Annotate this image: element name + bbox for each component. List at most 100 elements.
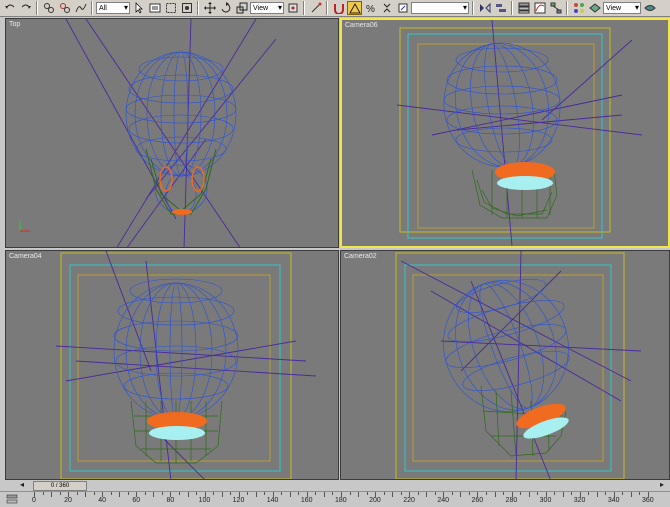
ruler-tick: [281, 492, 283, 495]
ruler-tick-label: 80: [166, 497, 175, 504]
viewport-camera02[interactable]: Camera02: [340, 250, 670, 480]
angle-snap-icon[interactable]: [347, 1, 362, 15]
ruler-tick-label: 340: [607, 497, 620, 504]
edit-named-selection-icon[interactable]: [395, 1, 410, 15]
ruler-tick-label: 40: [98, 497, 107, 504]
ruler-tick: [571, 492, 573, 495]
named-selection-sets-dropdown[interactable]: [411, 2, 469, 14]
track-bar-menu-icon[interactable]: [6, 494, 18, 505]
ruler-tick: [298, 492, 300, 495]
viewport-top[interactable]: Top: [5, 18, 339, 248]
ruler-tick: [630, 492, 632, 497]
ruler-tick: [51, 492, 53, 497]
material-editor-icon[interactable]: [571, 1, 586, 15]
camera02-scene: [395, 251, 642, 479]
ruler-tick: [400, 492, 402, 495]
select-manipulate-icon[interactable]: [308, 1, 323, 15]
ruler-tick: [85, 492, 87, 497]
ruler-tick: [366, 492, 368, 495]
quick-render-icon[interactable]: [642, 1, 657, 15]
time-slider-thumb[interactable]: 0 / 360: [33, 481, 87, 491]
viewport-label-top[interactable]: Top: [9, 21, 20, 28]
align-icon[interactable]: [493, 1, 508, 15]
camera04-scene: [55, 251, 317, 479]
ruler-tick: [520, 492, 522, 495]
unlink-selection-icon[interactable]: [57, 1, 72, 15]
ruler-tick: [434, 492, 436, 495]
previous-frame-icon[interactable]: ◂: [20, 480, 24, 489]
top-view-scene: [19, 19, 277, 247]
viewport-label-camera06[interactable]: Camera06: [345, 22, 378, 29]
ruler-tick: [468, 492, 470, 495]
ruler-tick: [417, 492, 419, 495]
viewport-camera06[interactable]: Camera06: [340, 18, 670, 248]
ruler-tick: [596, 492, 598, 497]
viewport-label-camera04[interactable]: Camera04: [9, 253, 42, 260]
window-crossing-icon[interactable]: [179, 1, 194, 15]
track-bar-ruler[interactable]: 0 20 40 60 80 100 120 140 160 180 200 220 240 260 280 3…: [0, 491, 670, 507]
rotate-icon[interactable]: [218, 1, 233, 15]
layer-manager-icon[interactable]: [516, 1, 531, 15]
toolbar-separator: [326, 1, 328, 15]
bind-space-warp-icon[interactable]: [73, 1, 88, 15]
ruler-tick: [289, 492, 291, 497]
toolbar-separator: [511, 1, 513, 15]
ruler-tick: [221, 492, 223, 497]
ruler-tick: [503, 492, 505, 495]
ruler-tick: [59, 492, 61, 495]
percent-snap-icon[interactable]: %: [363, 1, 378, 15]
ruler-tick: [264, 492, 266, 495]
rectangular-selection-icon[interactable]: [163, 1, 178, 15]
redo-icon[interactable]: [18, 1, 33, 15]
ruler-tick: [494, 492, 496, 497]
select-by-name-icon[interactable]: [147, 1, 162, 15]
ruler-tick: [144, 492, 146, 495]
ruler-tick: [485, 492, 487, 495]
viewport-camera04[interactable]: Camera04: [5, 250, 339, 480]
ruler-tick: [358, 492, 360, 497]
ruler-tick-label: 0: [32, 497, 36, 504]
ruler-tick-label: 120: [232, 497, 245, 504]
toolbar-separator: [197, 1, 199, 15]
render-scene-icon[interactable]: [587, 1, 602, 15]
ruler-tick: [196, 492, 198, 495]
ruler-tick: [332, 492, 334, 495]
ruler-tick-label: 320: [573, 497, 586, 504]
move-icon[interactable]: [202, 1, 217, 15]
ruler-tick: [315, 492, 317, 495]
ruler-tick: [255, 492, 257, 497]
toolbar-separator: [566, 1, 568, 15]
ruler-tick: [383, 492, 385, 495]
viewport-label-camera02[interactable]: Camera02: [344, 253, 377, 260]
ruler-tick: [528, 492, 530, 497]
scale-icon[interactable]: [234, 1, 249, 15]
undo-icon[interactable]: [2, 1, 17, 15]
main-toolbar: All View % View: [0, 0, 670, 17]
spinner-snap-icon[interactable]: [379, 1, 394, 15]
ruler-tick: [127, 492, 129, 495]
ruler-tick: [562, 492, 564, 497]
snap-toggle-icon[interactable]: [331, 1, 346, 15]
ruler-tick-label: 280: [505, 497, 518, 504]
curve-editor-icon[interactable]: [532, 1, 547, 15]
reference-coordinate-dropdown[interactable]: View: [250, 2, 284, 14]
mirror-icon[interactable]: [477, 1, 492, 15]
selection-filter-dropdown[interactable]: All: [96, 2, 130, 14]
ruler-tick-label: 360: [642, 497, 654, 504]
pivot-center-icon[interactable]: [285, 1, 300, 15]
render-type-dropdown[interactable]: View: [603, 2, 641, 14]
camera06-scene: [396, 20, 643, 246]
ruler-tick: [349, 492, 351, 495]
next-frame-icon[interactable]: ▸: [660, 480, 664, 489]
toolbar-separator: [36, 1, 38, 15]
ruler-tick: [247, 492, 249, 495]
select-object-icon[interactable]: [131, 1, 146, 15]
select-and-link-icon[interactable]: [41, 1, 56, 15]
ruler-tick: [622, 492, 624, 495]
ruler-tick: [554, 492, 556, 495]
schematic-view-icon[interactable]: [548, 1, 563, 15]
ruler-tick-label: 240: [437, 497, 450, 504]
ruler-tick: [161, 492, 163, 495]
ruler-tick-label: 20: [64, 497, 72, 504]
ruler-tick: [426, 492, 428, 497]
